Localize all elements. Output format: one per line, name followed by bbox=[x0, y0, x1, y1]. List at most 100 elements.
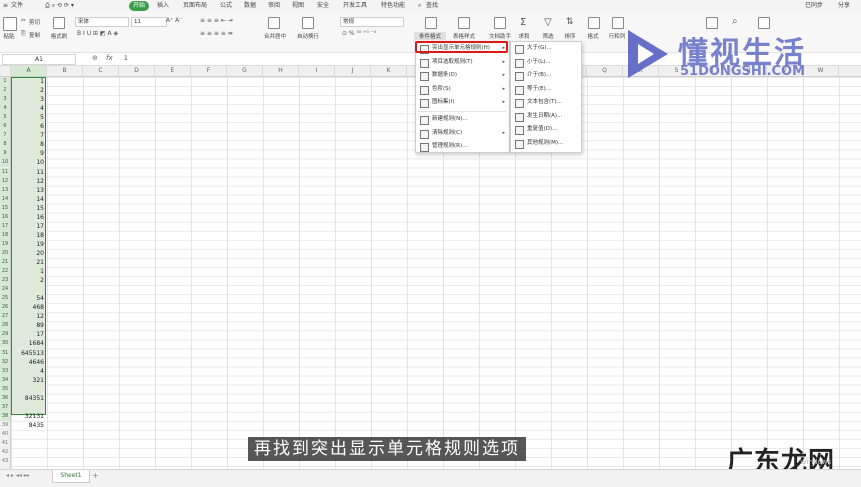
sum-icon[interactable]: Σ bbox=[520, 17, 526, 28]
row-header-4[interactable]: 4 bbox=[0, 104, 10, 114]
cell-a30[interactable]: 1684 bbox=[11, 339, 44, 348]
cell-a27[interactable]: 12 bbox=[11, 312, 44, 321]
row-header-5[interactable]: 5 bbox=[0, 113, 10, 123]
cell-a31[interactable]: 645513 bbox=[11, 349, 44, 358]
row-header-15[interactable]: 15 bbox=[0, 203, 10, 213]
share-button[interactable]: 分享 bbox=[838, 1, 850, 11]
conditional-format-button[interactable]: 条件格式 bbox=[414, 32, 446, 40]
menu-features[interactable]: 特色功能 bbox=[381, 1, 405, 11]
format-painter-icon[interactable] bbox=[53, 17, 65, 29]
format-icon[interactable] bbox=[588, 17, 600, 29]
menu-developer[interactable]: 开发工具 bbox=[343, 1, 367, 11]
row-header-11[interactable]: 11 bbox=[0, 167, 10, 177]
highlight-rule-item-3[interactable]: 介于(B)... bbox=[511, 70, 581, 81]
sheet-tab-sheet1[interactable]: Sheet1 bbox=[52, 470, 90, 483]
cell-a34[interactable]: 321 bbox=[11, 376, 44, 385]
cut-icon[interactable]: ✂ bbox=[21, 17, 26, 24]
sort-icon[interactable]: ⇅ bbox=[566, 17, 574, 27]
cell-a20[interactable]: 20 bbox=[11, 249, 44, 258]
cell-a38[interactable]: 32131 bbox=[11, 412, 44, 421]
row-header-12[interactable]: 12 bbox=[0, 176, 10, 186]
column-header-e[interactable]: E bbox=[155, 66, 191, 76]
column-header-f[interactable]: F bbox=[191, 66, 227, 76]
cell-a25[interactable]: 54 bbox=[11, 294, 44, 303]
row-header-33[interactable]: 33 bbox=[0, 366, 10, 376]
font-size-select[interactable]: 11 bbox=[131, 17, 167, 27]
cell-a23[interactable]: 2 bbox=[11, 276, 44, 285]
row-header-40[interactable]: 40 bbox=[0, 430, 10, 439]
row-header-2[interactable]: 2 bbox=[0, 86, 10, 96]
cell-a15[interactable]: 15 bbox=[11, 204, 44, 213]
menu-view[interactable]: 视图 bbox=[292, 1, 304, 11]
cell-a18[interactable]: 18 bbox=[11, 231, 44, 240]
font-style-icons[interactable]: B I U ⊞ ◩ A ◈ bbox=[77, 30, 118, 37]
align-top-icons[interactable]: ≡ ≡ ≡ ⇤ ⇥ bbox=[200, 17, 233, 24]
cell-a19[interactable]: 19 bbox=[11, 240, 44, 249]
cell-a36[interactable]: 84351 bbox=[11, 394, 44, 403]
font-family-select[interactable]: 宋体 bbox=[75, 17, 129, 27]
row-header-27[interactable]: 27 bbox=[0, 312, 10, 322]
fx-label[interactable]: fx bbox=[106, 54, 113, 62]
menu-page-layout[interactable]: 页面布局 bbox=[183, 1, 207, 11]
cell-a35[interactable] bbox=[11, 385, 44, 394]
row-header-14[interactable]: 14 bbox=[0, 194, 10, 204]
row-header-19[interactable]: 19 bbox=[0, 239, 10, 249]
row-header-8[interactable]: 8 bbox=[0, 140, 10, 150]
number-format-select[interactable]: 常规 bbox=[340, 17, 404, 27]
select-all-corner[interactable] bbox=[0, 66, 11, 76]
cell-a12[interactable]: 12 bbox=[11, 177, 44, 186]
copy-label[interactable]: 复制 bbox=[29, 31, 40, 39]
cell-a28[interactable]: 89 bbox=[11, 321, 44, 330]
row-header-13[interactable]: 13 bbox=[0, 185, 10, 195]
cell-a11[interactable]: 11 bbox=[11, 168, 44, 177]
cell-a9[interactable]: 9 bbox=[11, 149, 44, 158]
row-header-42[interactable]: 42 bbox=[0, 448, 10, 457]
cf-menu-item-7[interactable]: 清除规则(C) ▸ bbox=[416, 128, 509, 139]
cell-a21[interactable]: 21 bbox=[11, 258, 44, 267]
cell-a2[interactable]: 2 bbox=[11, 86, 44, 95]
row-header-34[interactable]: 34 bbox=[0, 375, 10, 385]
cf-menu-item-5[interactable]: 图标集(I) ▸ bbox=[416, 97, 509, 108]
highlight-rule-item-7[interactable]: 重复值(D)... bbox=[511, 124, 581, 135]
row-header-3[interactable]: 3 bbox=[0, 95, 10, 105]
column-header-a[interactable]: A bbox=[11, 66, 47, 76]
cell-a1[interactable]: 1 bbox=[11, 77, 44, 86]
cell-a29[interactable]: 17 bbox=[11, 330, 44, 339]
row-header-41[interactable]: 41 bbox=[0, 439, 10, 448]
cell-a37[interactable] bbox=[11, 403, 44, 412]
row-header-18[interactable]: 18 bbox=[0, 230, 10, 240]
cell-a22[interactable]: 1 bbox=[11, 267, 44, 276]
row-header-7[interactable]: 7 bbox=[0, 131, 10, 141]
row-header-6[interactable]: 6 bbox=[0, 122, 10, 132]
menu-file[interactable]: 文件 bbox=[11, 1, 23, 11]
cell-a13[interactable]: 13 bbox=[11, 186, 44, 195]
cf-menu-item-2[interactable]: 项目选取规则(T) ▸ bbox=[416, 57, 509, 68]
cell-a10[interactable]: 10 bbox=[11, 158, 44, 167]
formula-input[interactable]: 1 bbox=[124, 55, 128, 62]
menu-security[interactable]: 安全 bbox=[317, 1, 329, 11]
highlight-rule-item-2[interactable]: 小于(L)... bbox=[511, 57, 581, 68]
row-header-9[interactable]: 9 bbox=[0, 149, 10, 159]
menu-home[interactable]: 开始 bbox=[129, 1, 150, 11]
paste-label[interactable]: 粘贴 bbox=[0, 32, 18, 40]
cf-menu-item-8[interactable]: 管理规则(R)... bbox=[416, 141, 509, 152]
cell-a8[interactable]: 8 bbox=[11, 140, 44, 149]
sort-button[interactable]: 排序 bbox=[561, 32, 579, 40]
highlight-rule-item-4[interactable]: 等于(E)... bbox=[511, 84, 581, 95]
column-header-g[interactable]: G bbox=[227, 66, 263, 76]
row-header-26[interactable]: 26 bbox=[0, 303, 10, 313]
highlight-rule-item-1[interactable]: 大于(G)... bbox=[511, 43, 581, 54]
row-header-22[interactable]: 22 bbox=[0, 267, 10, 277]
cf-menu-item-4[interactable]: 色阶(S) ▸ bbox=[416, 84, 509, 95]
cf-menu-item-6[interactable]: 新建规则(N)... bbox=[416, 114, 509, 125]
menu-search[interactable]: 查找 bbox=[426, 1, 438, 11]
cell-a33[interactable]: 4 bbox=[11, 367, 44, 376]
table-style-button[interactable]: 表格样式 bbox=[448, 32, 480, 40]
column-header-c[interactable]: C bbox=[83, 66, 119, 76]
merge-center-label[interactable]: 合并居中 bbox=[260, 32, 290, 40]
doc-assistant-icon[interactable] bbox=[494, 17, 506, 29]
column-header-b[interactable]: B bbox=[47, 66, 83, 76]
row-header-38[interactable]: 38 bbox=[0, 411, 10, 421]
column-header-h[interactable]: H bbox=[263, 66, 299, 76]
cell-a5[interactable]: 5 bbox=[11, 113, 44, 122]
